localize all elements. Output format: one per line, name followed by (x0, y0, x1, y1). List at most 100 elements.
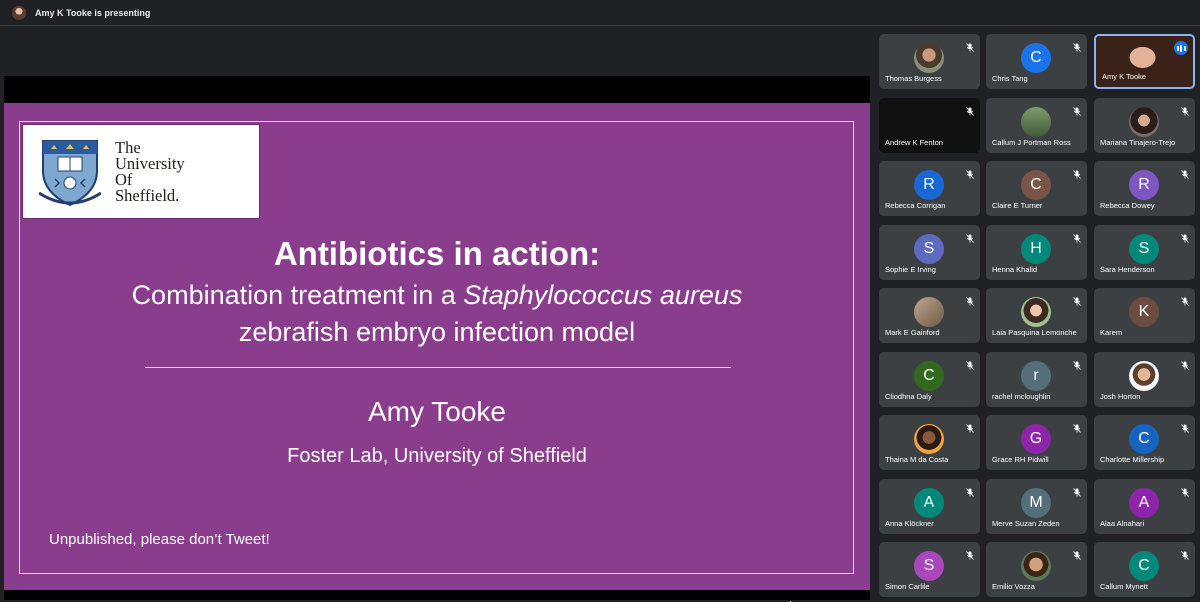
participant-tile[interactable]: Emilio Vozza (986, 542, 1087, 597)
slide-subtitle-line2: zebrafish embryo infection model (238, 317, 636, 347)
participant-name: Cliodhna Daly (885, 392, 932, 401)
participant-tile[interactable]: S Sophie E Irving (879, 225, 980, 280)
slide: The University Of Sheffield. Antibiotics… (4, 103, 870, 602)
mic-off-icon (1073, 103, 1081, 121)
participant-name: Sara Henderson (1100, 265, 1155, 274)
species-name: Staphylococcus aureus (463, 280, 743, 310)
avatar-photo (1021, 107, 1051, 137)
participant-tile[interactable]: R Rebecca Corrigan (879, 161, 980, 216)
avatar-photo (1021, 551, 1051, 581)
participant-name: Thaina M da Costa (885, 455, 949, 464)
mic-off-icon (1181, 166, 1189, 184)
slide-subtitle-line1: Combination treatment in a Staphylococcu… (131, 280, 743, 310)
participant-tile[interactable]: C Cliodhna Daly (879, 352, 980, 407)
mic-off-icon (1181, 103, 1189, 121)
presentation-stage: The University Of Sheffield. Antibiotics… (4, 76, 870, 602)
avatar: G (1021, 424, 1051, 454)
mic-off-icon (966, 547, 974, 565)
mic-off-icon (1181, 230, 1189, 248)
participant-name: Josh Horton (1100, 392, 1141, 401)
avatar: S (1129, 234, 1159, 264)
avatar: r (1021, 361, 1051, 391)
participant-name: Grace RH Pidwill (992, 455, 1049, 464)
avatar-photo (914, 43, 944, 73)
avatar: A (1129, 488, 1159, 518)
mic-off-icon (966, 484, 974, 502)
mic-off-icon (1073, 484, 1081, 502)
participant-tile[interactable]: H Henna Khalid (986, 225, 1087, 280)
participant-tile[interactable]: C Charlotte Millership (1094, 415, 1195, 470)
participant-name: Laia Pasquina Lemonche (992, 328, 1077, 337)
participant-tile[interactable]: K Karem (1094, 288, 1195, 343)
participant-tile[interactable]: R Rebecca Dowey (1094, 161, 1195, 216)
participant-name: Henna Khalid (992, 265, 1038, 274)
participant-tile[interactable]: A Anna Klöckner (879, 479, 980, 534)
participant-tile[interactable]: Mark E Gainford (879, 288, 980, 343)
avatar: M (1021, 488, 1051, 518)
presenting-text: Amy K Tooke is presenting (35, 7, 151, 18)
avatar: R (914, 170, 944, 200)
mic-off-icon (1181, 547, 1189, 565)
participant-name: Alaa Alnahari (1100, 519, 1145, 528)
participant-name: Sophie E Irving (885, 265, 936, 274)
participant-tile[interactable]: Laia Pasquina Lemonche (986, 288, 1087, 343)
participant-tile[interactable]: Andrew K Fenton (879, 98, 980, 153)
participant-tile[interactable]: Mariana Tinajero-Trejo (1094, 98, 1195, 153)
mic-off-icon (1181, 420, 1189, 438)
mic-off-icon (966, 357, 974, 375)
participant-tile[interactable]: S Simon Carlile (879, 542, 980, 597)
avatar: C (1129, 424, 1159, 454)
mic-off-icon (1073, 166, 1081, 184)
university-crest-icon (39, 140, 101, 207)
participant-name: Mariana Tinajero-Trejo (1100, 138, 1176, 147)
mic-off-icon (1181, 293, 1189, 311)
avatar: K (1129, 297, 1159, 327)
participant-tile[interactable]: Thaina M da Costa (879, 415, 980, 470)
participant-tile[interactable]: Josh Horton (1094, 352, 1195, 407)
participant-tile[interactable]: C Claire E Turner (986, 161, 1087, 216)
mic-off-icon (966, 39, 974, 57)
participant-name: Claire E Turner (992, 201, 1043, 210)
presenting-banner: Amy K Tooke is presenting (0, 0, 1200, 26)
mic-off-icon (1073, 357, 1081, 375)
participant-name: Mark E Gainford (885, 328, 940, 337)
mic-off-icon (966, 230, 974, 248)
logo-text: The University Of Sheffield. (115, 138, 185, 205)
participant-name: Chris Tang (992, 74, 1028, 83)
mic-off-icon (966, 166, 974, 184)
mic-off-icon (966, 420, 974, 438)
participant-name: Callum J Portman Ross (992, 138, 1071, 147)
avatar: A (914, 488, 944, 518)
participant-name: Emilio Vozza (992, 582, 1035, 591)
avatar: C (1129, 551, 1159, 581)
participant-tile[interactable]: A Alaa Alnahari (1094, 479, 1195, 534)
participant-name: Rebecca Dowey (1100, 201, 1155, 210)
participant-tile[interactable]: C Callum Mynett (1094, 542, 1195, 597)
participant-name: rachel mcloughlin (992, 392, 1051, 401)
mic-off-icon (1073, 230, 1081, 248)
mic-off-icon (1181, 484, 1189, 502)
university-logo: The University Of Sheffield. (22, 124, 260, 219)
avatar: S (914, 551, 944, 581)
participant-name: Charlotte Millership (1100, 455, 1165, 464)
participant-tile[interactable]: C Chris Tang (986, 34, 1087, 89)
avatar: S (914, 234, 944, 264)
participant-name: Anna Klöckner (885, 519, 934, 528)
mic-off-icon (1073, 293, 1081, 311)
participant-tile[interactable]: M Merve Suzan Zeden (986, 479, 1087, 534)
participant-name: Karem (1100, 328, 1123, 337)
participant-tile[interactable]: Amy K Tooke (1094, 34, 1195, 89)
participant-tile[interactable]: S Sara Henderson (1094, 225, 1195, 280)
participant-tile[interactable]: Callum J Portman Ross (986, 98, 1087, 153)
avatar: C (1021, 43, 1051, 73)
participant-name: Thomas Burgess (885, 74, 942, 83)
mic-off-icon (1181, 357, 1189, 375)
avatar-photo (1021, 297, 1051, 327)
avatar-photo (1129, 107, 1159, 137)
participant-tile[interactable]: Thomas Burgess (879, 34, 980, 89)
participant-name: Amy K Tooke (1102, 72, 1147, 81)
participant-grid: Thomas Burgess C Chris Tang Amy K Tooke Andr… (879, 34, 1195, 600)
participant-tile[interactable]: r rachel mcloughlin (986, 352, 1087, 407)
participant-tile[interactable]: G Grace RH Pidwill (986, 415, 1087, 470)
avatar-photo (914, 424, 944, 454)
